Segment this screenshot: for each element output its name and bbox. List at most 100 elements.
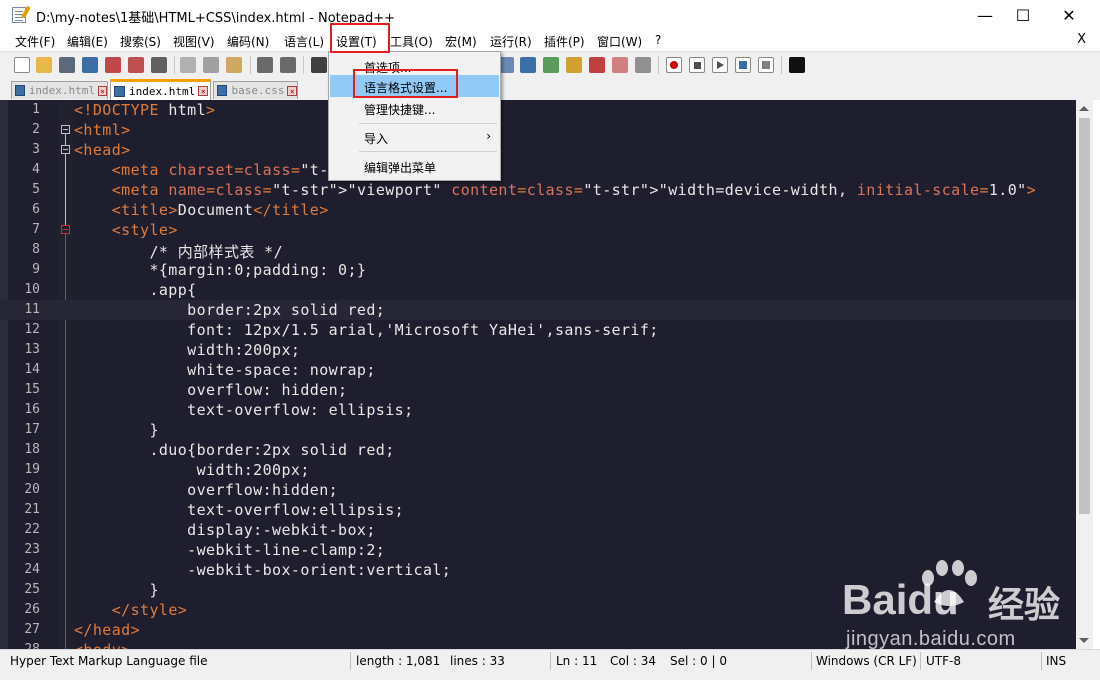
code-line[interactable]: 10 .app{ [0,280,1076,300]
scroll-up-icon[interactable] [1079,106,1089,111]
code-text: </head> [74,621,141,639]
code-text: width:200px; [74,461,310,479]
vertical-scrollbar[interactable] [1076,100,1093,649]
fold-toggle-icon[interactable] [61,125,70,134]
code-line[interactable]: 14 white-space: nowrap; [0,360,1076,380]
menu-search[interactable]: 搜索(S) [120,33,161,50]
code-text: width:200px; [74,341,301,359]
code-line[interactable]: 4 <meta charset=class="t-str">"UTF-8"> [0,160,1076,180]
line-number: 14 [24,362,40,377]
line-number: 2 [32,122,40,137]
code-line[interactable]: 7 <style> [0,220,1076,240]
close-tab-icon[interactable]: × [198,86,209,96]
code-line[interactable]: 6 <title>Document</title> [0,200,1076,220]
line-number: 15 [24,382,40,397]
code-line[interactable]: 13 width:200px; [0,340,1076,360]
folder-workspace-icon[interactable] [589,57,605,73]
monitor-icon[interactable] [612,57,628,73]
status-separator [920,652,921,670]
code-line[interactable]: 5 <meta name=class="t-str">"viewport" co… [0,180,1076,200]
code-line[interactable]: 12 font: 12px/1.5 arial,'Microsoft YaHei… [0,320,1076,340]
code-line[interactable]: 9 *{margin:0;padding: 0;} [0,260,1076,280]
play-macro-icon[interactable] [712,57,728,73]
status-col: Col : 34 [610,654,656,668]
code-line[interactable]: 16 text-overflow: ellipsis; [0,400,1076,420]
menu-item-shortcut-mapper[interactable]: 管理快捷键... [330,97,499,119]
doc-map-icon[interactable] [543,57,559,73]
line-number: 23 [24,542,40,557]
open-file-icon[interactable] [36,57,52,73]
code-text: overflow:hidden; [74,481,339,499]
paste-icon[interactable] [226,57,242,73]
function-list-icon[interactable] [566,57,582,73]
code-line[interactable]: 22 display:-webkit-box; [0,520,1076,540]
close-icon[interactable] [105,57,121,73]
fold-toggle-icon[interactable] [61,225,70,234]
line-number: 11 [24,302,40,317]
maximize-button[interactable]: ☐ [1000,0,1046,30]
menu-window[interactable]: 窗口(W) [597,33,642,50]
code-line[interactable]: 2 <html> [0,120,1076,140]
redo-icon[interactable] [280,57,296,73]
code-line[interactable]: 25 } [0,580,1076,600]
menu-run[interactable]: 运行(R) [490,33,532,50]
close-tab-icon[interactable]: × [98,85,107,96]
menu-item-edit-context-menu[interactable]: 编辑弹出菜单 [330,155,499,177]
menu-view[interactable]: 视图(V) [173,33,215,50]
code-line[interactable]: 19 width:200px; [0,460,1076,480]
menu-tools[interactable]: 工具(O) [390,33,433,50]
stop-macro-icon[interactable] [689,57,705,73]
line-number: 21 [24,502,40,517]
code-line[interactable]: 18 .duo{border:2px solid red; [0,440,1076,460]
copy-icon[interactable] [203,57,219,73]
save-all-icon[interactable] [82,57,98,73]
tab-index-html-1[interactable]: index.html × [11,81,108,99]
menu-encoding[interactable]: 编码(N) [227,33,269,50]
save-icon[interactable] [59,57,75,73]
code-line[interactable]: 21 text-overflow:ellipsis; [0,500,1076,520]
save-macro-icon[interactable] [758,57,774,73]
line-number: 1 [32,102,40,117]
code-line[interactable]: 15 overflow: hidden; [0,380,1076,400]
undo-icon[interactable] [257,57,273,73]
menu-macro[interactable]: 宏(M) [445,33,477,50]
indent-guide-icon[interactable] [520,57,536,73]
code-line[interactable]: 11 border:2px solid red; [0,300,1076,320]
print-icon[interactable] [151,57,167,73]
menu-edit[interactable]: 编辑(E) [67,33,108,50]
code-line[interactable]: 27 </head> [0,620,1076,640]
code-line[interactable]: 26 </style> [0,600,1076,620]
new-file-icon[interactable] [14,57,30,73]
close-all-icon[interactable] [128,57,144,73]
menu-plugins[interactable]: 插件(P) [544,33,585,50]
code-line[interactable]: 24 -webkit-box-orient:vertical; [0,560,1076,580]
code-line[interactable]: 3 <head> [0,140,1076,160]
code-editor[interactable]: 1 <!DOCTYPE html> 2 <html> 3 <head> 4 <meta ch… [0,100,1076,649]
fold-toggle-icon[interactable] [61,145,70,154]
plugin-j-icon[interactable] [789,57,805,73]
menu-help[interactable]: ? [655,33,661,47]
scrollbar-thumb[interactable] [1079,118,1090,514]
close-document-button[interactable]: X [1077,32,1086,47]
close-button[interactable]: ✕ [1046,0,1092,30]
tab-index-html-2[interactable]: index.html × [110,79,211,100]
code-text: .duo{border:2px solid red; [74,441,395,459]
tab-base-css[interactable]: base.css × [213,81,298,99]
menu-language[interactable]: 语言(L) [284,33,324,50]
code-line[interactable]: 17 } [0,420,1076,440]
code-line[interactable]: 1 <!DOCTYPE html> [0,100,1076,120]
code-line[interactable]: 20 overflow:hidden; [0,480,1076,500]
scroll-down-icon[interactable] [1079,638,1089,643]
menu-file[interactable]: 文件(F) [15,33,55,50]
menu-item-import[interactable]: 导入 › [330,126,499,148]
code-text: <title>Document</title> [111,201,329,219]
find-icon[interactable] [311,57,327,73]
close-tab-icon[interactable]: × [287,85,297,96]
code-line[interactable]: 8 /* 内部样式表 */ [0,240,1076,261]
run-macro-multiple-icon[interactable] [735,57,751,73]
code-line[interactable]: 28 <body> [0,640,1076,649]
view-icon[interactable] [635,57,651,73]
cut-icon[interactable] [180,57,196,73]
record-macro-icon[interactable] [666,57,682,73]
code-line[interactable]: 23 -webkit-line-clamp:2; [0,540,1076,560]
